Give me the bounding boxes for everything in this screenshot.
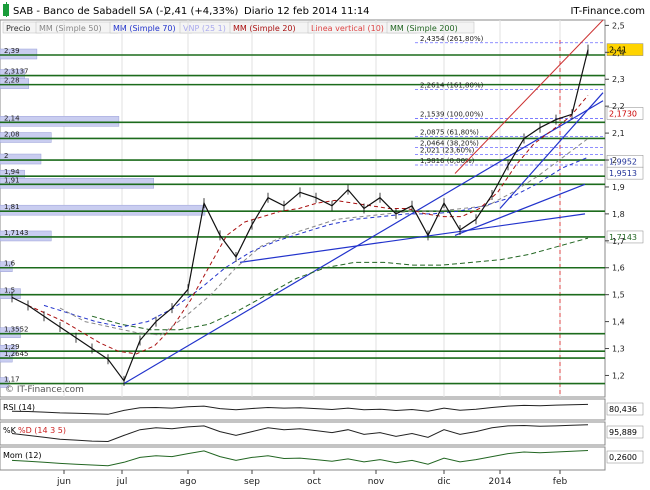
y-tick-label: 1,7 [612,237,625,246]
x-tick-label: 2014 [489,477,512,487]
legend-label: MM (Simple 200) [390,24,458,33]
legend-label: VNP (25 1) [183,24,226,33]
chart-period: Diario [244,6,274,17]
x-tick-label: jun [56,477,71,487]
level-label: 1,3552 [4,326,29,334]
header-icon [3,2,9,17]
x-tick-label: dic [437,477,450,487]
watermark: © IT-Finance.com [5,385,84,395]
volume-profile-bar [0,178,154,189]
stochastic-d-label: %D (14 3 5) [18,426,66,435]
y-tick-label: 2,2 [612,102,625,111]
level-label: 2,14 [4,114,20,122]
x-tick-label: jul [116,477,128,487]
y-tick-label: 1,5 [612,291,625,300]
chart-date: 12 feb 2014 11:14 [277,6,370,17]
level-label: 1,17 [4,376,20,384]
chart-title: SAB - Banco de Sabadell SA (-) [13,6,167,17]
x-tick-label: nov [368,477,385,487]
y-tick-label: 1,9 [612,183,625,192]
legend-label: MM (Simple 50) [39,24,102,33]
fibonacci-label: 2,2614 (161,80%) [420,82,484,90]
y-tick-label: 1,2 [612,371,625,380]
level-label: 2 [4,152,8,160]
rsi-panel [0,398,606,421]
level-label: 1,81 [4,203,20,211]
y-tick-label: 1,8 [612,210,625,219]
y-tick-label: 1,4 [612,318,625,327]
y-tick-label: 2,3 [612,75,625,84]
y-tick-label: 2,5 [612,21,625,30]
level-label: 1,91 [4,176,20,184]
indicator-label: RSI (14) [3,403,35,412]
fibonacci-label: 2,021 (23,60%) [420,146,475,154]
y-tick-label: 2,1 [612,129,625,138]
x-tick-label: sep [244,477,260,487]
y-tick-label: 2 [612,156,617,165]
level-label: 2,39 [4,47,20,55]
level-label: 2,3137 [4,68,29,76]
y-tick-label: 1,6 [612,264,625,273]
fibonacci-label: 2,0875 (61,80%) [420,128,479,136]
price-tag-label: 1,9513 [609,169,637,178]
level-label: 1,6 [4,260,16,268]
x-tick-label: feb [553,477,568,487]
fibonacci-label: 2,1539 (100,00%) [420,111,484,119]
y-axis: 2,5 2,4 2,3 2,2 2,1 2 1,9 1,8 1,7 1,6 1,5 1,4 1,3 1,2 [605,21,625,380]
volume-profile-bar [0,204,206,216]
y-tick-label: 1,3 [612,345,625,354]
indicator-value: 0,2600 [609,453,637,462]
indicator-label: %K [3,426,17,435]
indicator-label: Mom (12) [3,451,42,460]
x-tick-label: ago [180,477,197,487]
indicator-value: 80,436 [609,405,637,414]
stock-chart: SAB - Banco de Sabadell SA (-) 2,41 (+4,… [0,0,650,487]
source-label: IT-Finance.com [570,6,645,17]
level-label: 2,08 [4,130,20,138]
indicator-value: 95,889 [609,428,637,437]
chart-legend: Precio MM (Simple 50) MM (Simple 70) VNP (2… [2,21,475,34]
legend-label: MM (Simple 20) [233,24,296,33]
x-axis: jun jul ago sep oct nov dic 2014 feb [56,470,567,487]
x-tick-label: oct [307,477,321,487]
level-label: 1,7143 [4,229,29,237]
fibonacci-label: 2,4354 (261,80%) [420,35,484,43]
level-label: 1,5 [4,287,15,295]
legend-label: Linea vertical (10) [311,24,384,33]
y-tick-label: 2,4 [612,48,625,57]
legend-label: Precio [6,24,30,33]
level-label: 1,2645 [4,350,29,358]
level-label: 1,94 [4,168,20,176]
level-label: 2,28 [4,77,20,85]
price-change: 2,41 (+4,33%) [165,6,238,17]
